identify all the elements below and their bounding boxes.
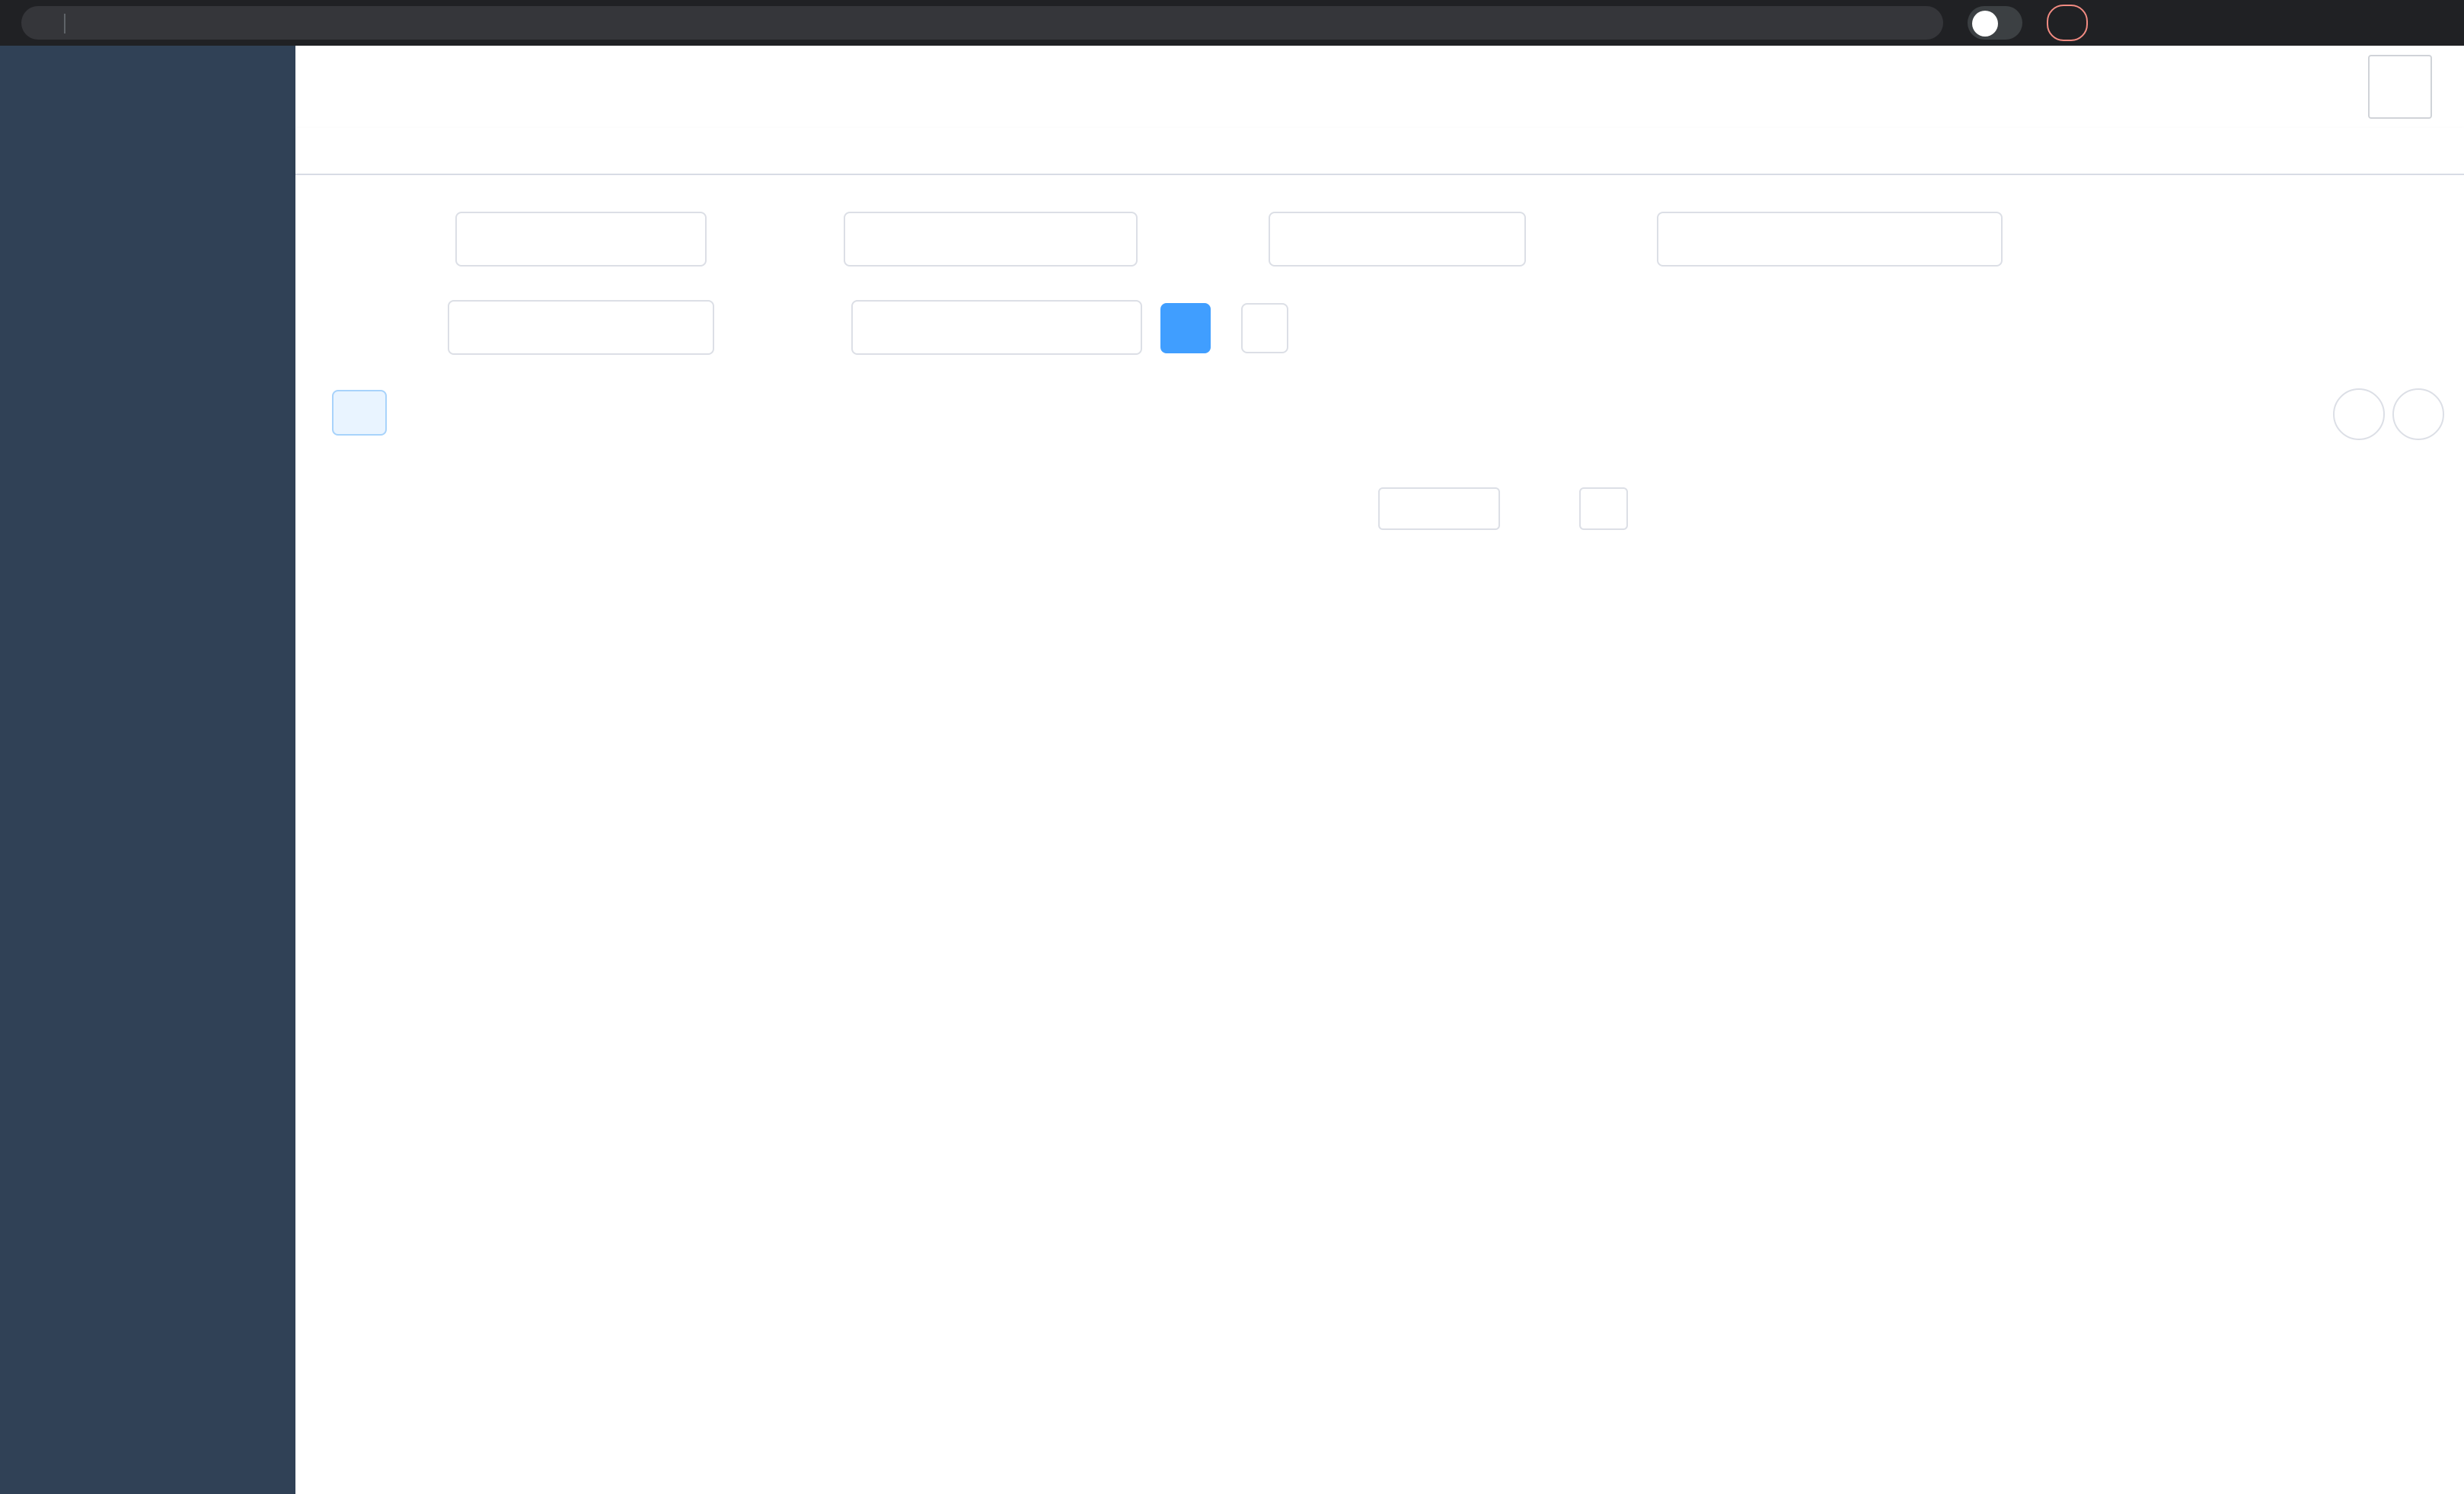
process-definition-input-field[interactable] xyxy=(863,227,1118,251)
navbar-right xyxy=(2356,55,2464,119)
filter-row-2 xyxy=(332,300,2464,355)
avatar[interactable] xyxy=(2368,55,2432,119)
tags-view xyxy=(295,128,2464,175)
address-bar[interactable] xyxy=(21,6,1943,40)
filter-row-1 xyxy=(332,212,2464,267)
start-process-button[interactable] xyxy=(332,390,387,436)
sidebar-logo[interactable] xyxy=(0,46,295,131)
goto-page-input[interactable] xyxy=(1579,487,1628,530)
navbar xyxy=(295,46,2464,128)
incognito-badge xyxy=(1968,6,2022,40)
status-select[interactable] xyxy=(448,300,714,355)
browser-toolbar xyxy=(0,0,2464,46)
category-select[interactable] xyxy=(1269,212,1526,267)
sidebar xyxy=(0,46,295,1494)
process-name-input-field[interactable] xyxy=(475,227,687,251)
page-size-select[interactable] xyxy=(1378,487,1500,530)
search-button[interactable] xyxy=(1160,302,1211,353)
screen xyxy=(0,0,2464,1494)
content xyxy=(295,175,2464,1494)
browser-update-button[interactable] xyxy=(2047,5,2088,41)
toggle-search-button[interactable] xyxy=(2333,388,2385,440)
pagination-goto xyxy=(1567,487,1640,530)
table-toolbar xyxy=(332,388,2464,437)
omnibox-divider xyxy=(64,13,65,33)
result-select[interactable] xyxy=(851,300,1142,355)
reset-button[interactable] xyxy=(1241,302,1288,353)
pagination xyxy=(332,487,2464,530)
refresh-table-button[interactable] xyxy=(2392,388,2444,440)
process-name-input[interactable] xyxy=(455,212,707,267)
submit-time-daterange[interactable] xyxy=(1657,212,2003,267)
process-definition-input[interactable] xyxy=(844,212,1138,267)
incognito-icon xyxy=(1972,10,1998,36)
logo-image xyxy=(50,65,99,111)
